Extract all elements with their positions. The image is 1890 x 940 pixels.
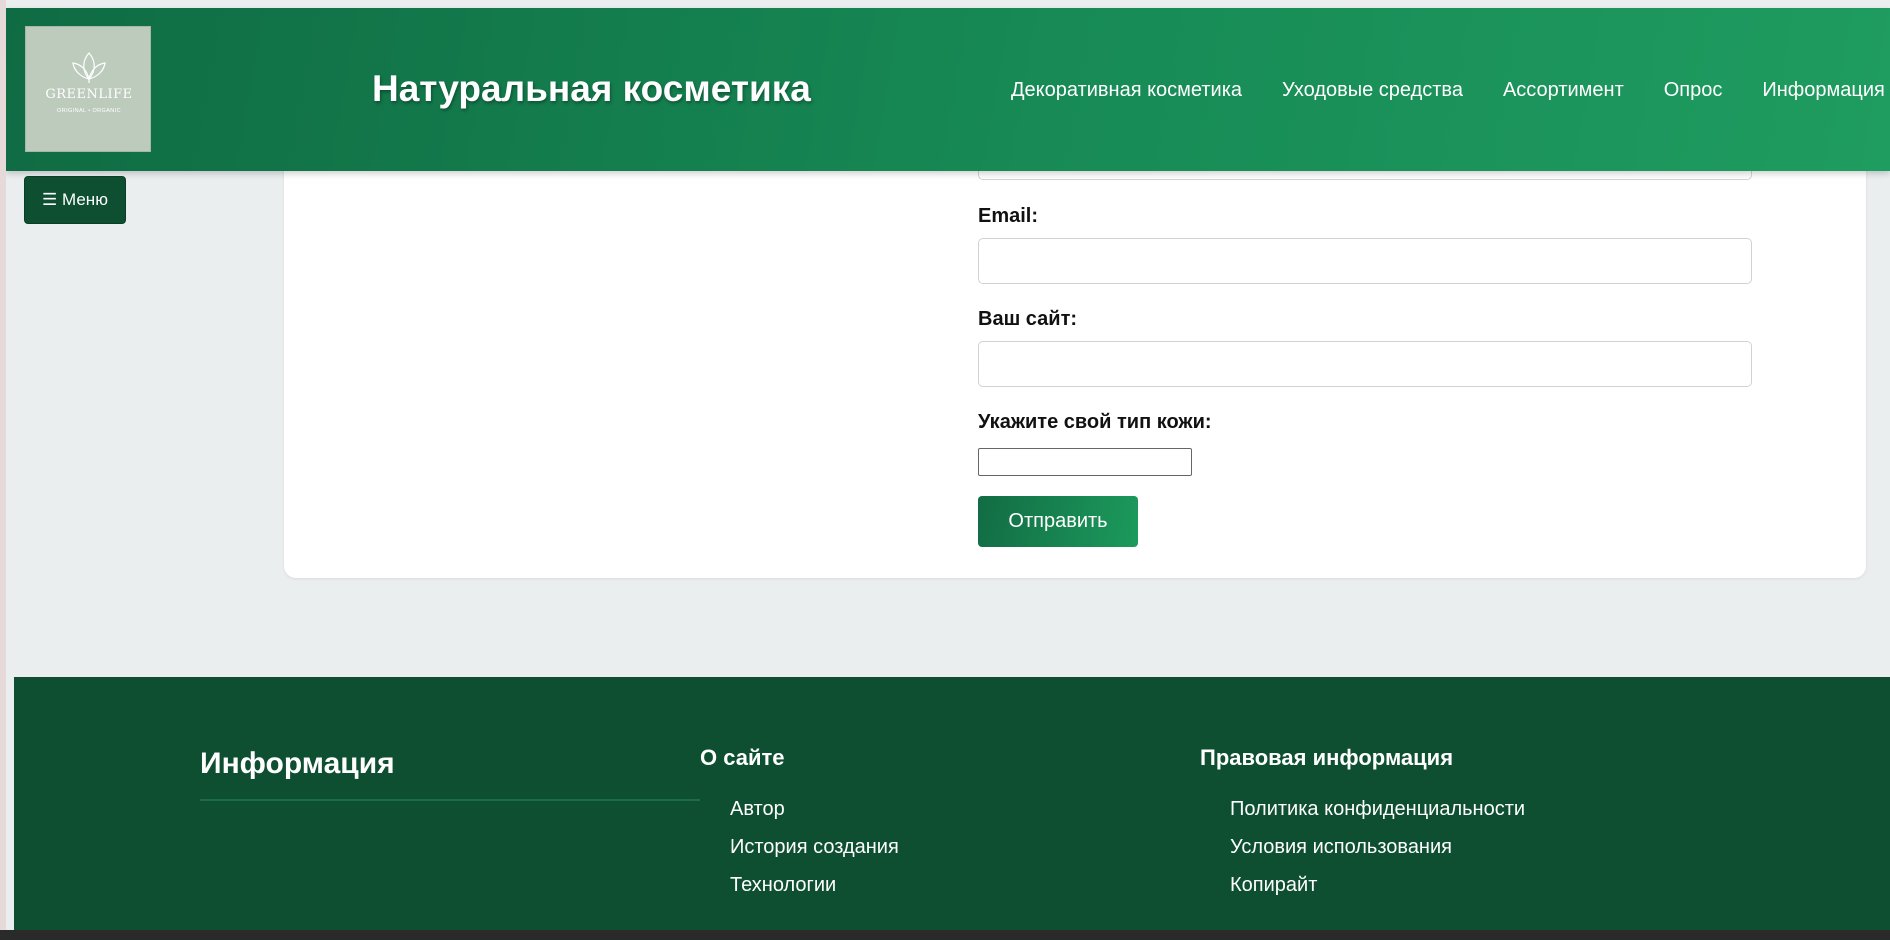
footer-link-history[interactable]: История создания [730, 836, 899, 859]
page: GREENLIFE ORIGINAL • ORGANIC Натуральная… [6, 0, 1890, 930]
window-bottom-edge [0, 930, 1890, 940]
main-nav: Декоративная косметика Уходовые средства… [1011, 79, 1890, 102]
footer-link-author[interactable]: Автор [730, 798, 785, 821]
submit-button[interactable]: Отправить [978, 496, 1138, 547]
logo-subtext: ORIGINAL • ORGANIC [57, 108, 121, 114]
nav-item-care[interactable]: Уходовые средства [1282, 79, 1463, 102]
footer-link-copyright[interactable]: Копирайт [1230, 874, 1317, 897]
email-label: Email: [978, 205, 1039, 227]
footer-heading: Информация [200, 747, 395, 780]
footer-link-terms[interactable]: Условия использования [1230, 836, 1452, 859]
nav-item-info[interactable]: Информация [1762, 79, 1884, 102]
nav-item-assortment[interactable]: Ассортимент [1503, 79, 1624, 102]
logo-text: GREENLIFE [45, 87, 133, 102]
website-field[interactable] [978, 341, 1752, 387]
footer-about-title: О сайте [700, 745, 785, 770]
skin-type-label: Укажите свой тип кожи: [978, 411, 1212, 433]
footer-link-privacy[interactable]: Политика конфиденциальности [1230, 798, 1525, 821]
site-header: GREENLIFE ORIGINAL • ORGANIC Натуральная… [6, 8, 1890, 171]
form-card: Email: Ваш сайт: Укажите свой тип кожи: … [284, 150, 1866, 578]
site-footer: Информация О сайте Автор История создани… [14, 677, 1890, 930]
website-label: Ваш сайт: [978, 308, 1078, 330]
footer-divider [200, 799, 700, 801]
nav-item-survey[interactable]: Опрос [1664, 79, 1723, 102]
skin-type-field[interactable] [978, 448, 1192, 476]
footer-legal-title: Правовая информация [1200, 745, 1454, 770]
email-field[interactable] [978, 238, 1752, 284]
menu-button[interactable]: ☰ Меню [24, 176, 126, 224]
site-title: Натуральная косметика [372, 68, 811, 109]
footer-link-technologies[interactable]: Технологии [730, 874, 836, 897]
nav-item-decorative[interactable]: Декоративная косметика [1011, 79, 1242, 102]
site-logo[interactable]: GREENLIFE ORIGINAL • ORGANIC [25, 26, 151, 152]
